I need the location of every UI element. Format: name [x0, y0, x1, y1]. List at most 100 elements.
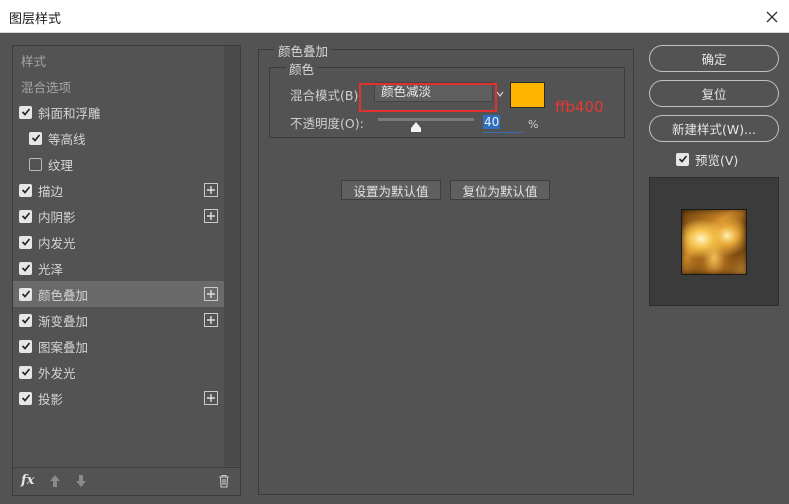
plus-icon: [207, 212, 215, 220]
style-item-bevel-emboss[interactable]: 斜面和浮雕: [13, 99, 224, 125]
opacity-slider-thumb[interactable]: [411, 121, 422, 132]
style-item-label: 外发光: [38, 365, 76, 381]
styles-header[interactable]: 样式: [13, 47, 224, 73]
ok-button[interactable]: 确定: [649, 45, 779, 72]
close-icon: [766, 11, 778, 22]
add-inner-shadow-button[interactable]: [204, 209, 218, 223]
delete-button[interactable]: [218, 474, 230, 491]
preview-checkbox[interactable]: [676, 152, 689, 166]
annotation-highlight-box: [359, 83, 497, 112]
style-item-inner-shadow[interactable]: 内阴影: [13, 203, 224, 229]
style-item-label: 斜面和浮雕: [38, 105, 101, 121]
style-item-label: 内发光: [38, 235, 76, 251]
color-group-title: 颜色: [286, 59, 318, 78]
blend-mode-dropdown[interactable]: [496, 87, 504, 101]
add-stroke-button[interactable]: [204, 183, 218, 197]
window-title: 图层样式: [9, 12, 62, 27]
style-item-label: 渐变叠加: [38, 313, 89, 329]
set-default-button[interactable]: 设置为默认值: [341, 180, 441, 200]
style-item-contour[interactable]: 等高线: [13, 125, 224, 151]
opacity-label: 不透明度(O):: [290, 116, 364, 131]
satin-checkbox[interactable]: [19, 261, 32, 275]
dialog-body: 样式 混合选项 斜面和浮雕 等高线 纹理 描边 内阴影 内发光 光泽 颜色叠加 …: [0, 33, 789, 504]
arrow-up-icon: [50, 475, 60, 487]
checkmark-icon: [21, 290, 30, 298]
color-overlay-panel: 颜色叠加 颜色 混合模式(B): 颜色减淡 ffb400 不透明度(O): 40…: [258, 41, 634, 495]
chevron-down-icon: [496, 91, 504, 97]
opacity-value: 40: [483, 115, 501, 129]
styles-header-label: 样式: [21, 53, 47, 69]
plus-icon: [207, 316, 215, 324]
style-preview: [649, 177, 779, 306]
outer-glow-checkbox[interactable]: [19, 365, 32, 379]
checkmark-icon: [21, 108, 30, 116]
pattern-overlay-checkbox[interactable]: [19, 339, 32, 353]
bevel-emboss-checkbox[interactable]: [19, 105, 32, 119]
style-item-inner-glow[interactable]: 内发光: [13, 229, 224, 255]
opacity-slider[interactable]: [378, 118, 474, 121]
style-item-label: 投影: [38, 391, 64, 407]
reset-default-button[interactable]: 复位为默认值: [450, 180, 550, 200]
arrow-down-icon: [76, 475, 86, 487]
preview-label: 预览(V): [695, 152, 739, 168]
checkmark-icon: [21, 238, 30, 246]
style-item-satin[interactable]: 光泽: [13, 255, 224, 281]
blend-mode-label: 混合模式(B):: [290, 88, 363, 103]
move-down-button[interactable]: [75, 474, 87, 491]
style-item-gradient-overlay[interactable]: 渐变叠加: [13, 307, 224, 333]
color-overlay-group-title: 颜色叠加: [275, 41, 332, 60]
style-item-texture[interactable]: 纹理: [13, 151, 224, 177]
reset-button[interactable]: 复位: [649, 80, 779, 107]
plus-icon: [207, 186, 215, 194]
plus-icon: [207, 394, 215, 402]
add-color-overlay-button[interactable]: [204, 287, 218, 301]
plus-icon: [207, 290, 215, 298]
opacity-unit: %: [528, 118, 539, 131]
move-up-button[interactable]: [49, 474, 61, 491]
opacity-input[interactable]: 40: [483, 115, 523, 133]
inner-glow-checkbox[interactable]: [19, 235, 32, 249]
fx-button[interactable]: fx: [21, 473, 34, 488]
color-annotation: ffb400: [555, 98, 604, 116]
style-item-stroke[interactable]: 描边: [13, 177, 224, 203]
color-overlay-checkbox[interactable]: [19, 287, 32, 301]
style-item-label: 图案叠加: [38, 339, 89, 355]
drop-shadow-checkbox[interactable]: [19, 391, 32, 405]
contour-checkbox[interactable]: [29, 131, 42, 145]
style-item-label: 颜色叠加: [38, 287, 89, 303]
style-item-pattern-overlay[interactable]: 图案叠加: [13, 333, 224, 359]
preview-toggle[interactable]: 预览(V): [676, 151, 739, 168]
checkmark-icon: [21, 186, 30, 194]
style-item-label: 描边: [38, 183, 64, 199]
style-item-outer-glow[interactable]: 外发光: [13, 359, 224, 385]
styles-list-panel: 样式 混合选项 斜面和浮雕 等高线 纹理 描边 内阴影 内发光 光泽 颜色叠加 …: [12, 45, 241, 496]
stroke-checkbox[interactable]: [19, 183, 32, 197]
checkmark-icon: [21, 212, 30, 220]
styles-list-toolbar: fx: [13, 467, 240, 495]
checkmark-icon: [21, 394, 30, 402]
gradient-overlay-checkbox[interactable]: [19, 313, 32, 327]
add-gradient-overlay-button[interactable]: [204, 313, 218, 327]
style-item-label: 等高线: [48, 131, 86, 147]
overlay-color-swatch[interactable]: [510, 82, 545, 108]
style-item-color-overlay[interactable]: 颜色叠加: [13, 281, 224, 307]
style-item-drop-shadow[interactable]: 投影: [13, 385, 224, 411]
add-drop-shadow-button[interactable]: [204, 391, 218, 405]
inner-shadow-checkbox[interactable]: [19, 209, 32, 223]
slider-thumb-icon: [411, 122, 422, 132]
texture-checkbox[interactable]: [29, 157, 42, 171]
checkmark-icon: [678, 155, 687, 163]
checkmark-icon: [21, 316, 30, 324]
styles-list-scrollbar[interactable]: [224, 46, 240, 466]
checkmark-icon: [21, 368, 30, 376]
style-item-label: 光泽: [38, 261, 64, 277]
close-button[interactable]: [755, 0, 789, 33]
checkmark-icon: [31, 134, 40, 142]
checkmark-icon: [21, 342, 30, 350]
new-style-button[interactable]: 新建样式(W)...: [649, 115, 779, 142]
blend-options-item[interactable]: 混合选项: [13, 73, 224, 99]
color-group: 颜色 混合模式(B): 颜色减淡 ffb400 不透明度(O): 40 %: [269, 59, 625, 138]
title-bar: 图层样式: [0, 0, 789, 33]
style-item-label: 内阴影: [38, 209, 76, 225]
blend-options-label: 混合选项: [21, 79, 72, 95]
